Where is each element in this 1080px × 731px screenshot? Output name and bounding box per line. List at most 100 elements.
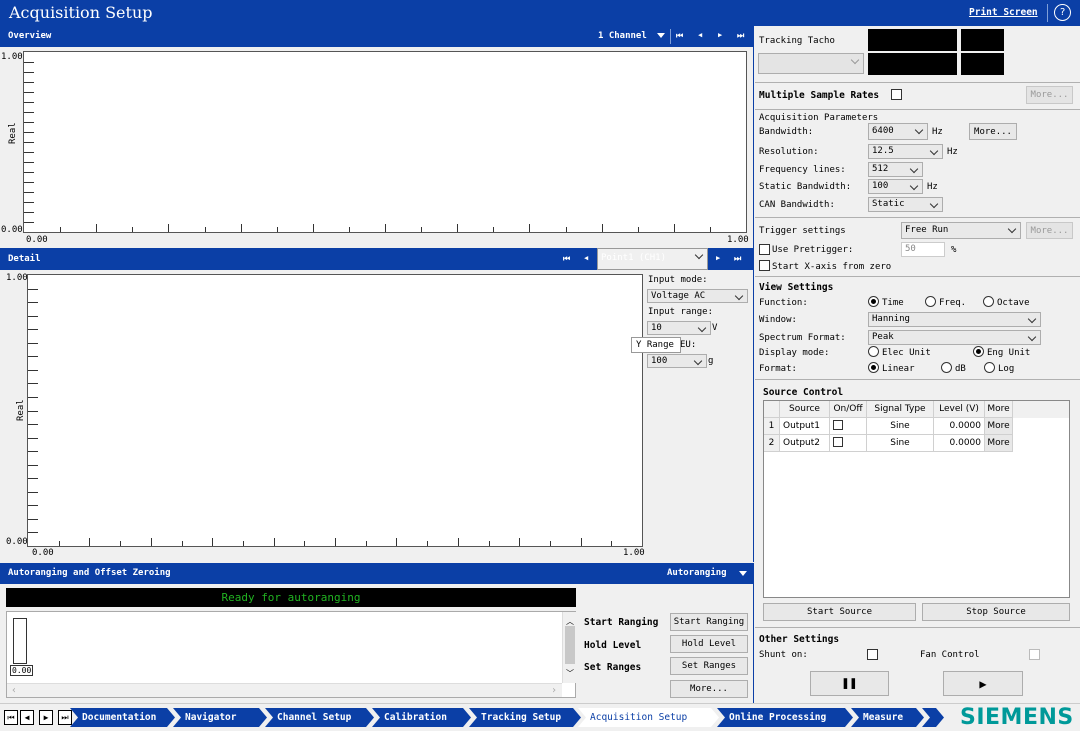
nav-more-icon[interactable] bbox=[922, 708, 944, 727]
last-icon[interactable]: ⏭ bbox=[737, 31, 744, 41]
chevron-down-icon[interactable] bbox=[739, 571, 747, 576]
bandwidth-select[interactable]: 6400 bbox=[868, 123, 928, 140]
x-tick bbox=[132, 227, 133, 232]
last-icon[interactable]: ⏭ bbox=[734, 254, 741, 264]
table-header-cell: Signal Type bbox=[867, 401, 934, 418]
x-tick bbox=[611, 541, 612, 546]
divider bbox=[755, 82, 1080, 83]
scrollbar-thumb[interactable] bbox=[565, 626, 575, 664]
source-more-button[interactable]: More bbox=[985, 435, 1013, 452]
start-source-button[interactable]: Start Source bbox=[763, 603, 916, 621]
first-icon[interactable]: ⏮ bbox=[563, 254, 570, 264]
start-ranging-button[interactable]: Start Ranging bbox=[670, 613, 748, 631]
hold-level-button[interactable]: Hold Level bbox=[670, 635, 748, 653]
help-icon[interactable]: ? bbox=[1054, 4, 1071, 21]
format-db-radio[interactable] bbox=[941, 362, 952, 373]
function-octave-label: Octave bbox=[997, 298, 1030, 308]
trigger-select[interactable]: Free Run bbox=[901, 222, 1021, 239]
tacho-select[interactable] bbox=[758, 53, 864, 74]
input-range-select[interactable]: 10 bbox=[647, 321, 711, 335]
source-onoff-checkbox[interactable] bbox=[833, 420, 843, 430]
last-step-icon[interactable]: ⏭ bbox=[58, 710, 72, 725]
function-freq-radio[interactable] bbox=[925, 296, 936, 307]
first-step-icon[interactable]: ⏮ bbox=[4, 710, 18, 725]
table-header-cell: Source bbox=[780, 401, 830, 418]
format-linear-radio[interactable] bbox=[868, 362, 879, 373]
freq-lines-select[interactable]: 512 bbox=[868, 162, 923, 177]
overview-panel: Overview 1 Channel ⏮ ◀ ▶ ⏭ 1.00 0.00 Rea… bbox=[0, 26, 754, 248]
nav-measure[interactable]: Measure bbox=[851, 708, 924, 727]
set-ranges-button[interactable]: Set Ranges bbox=[670, 657, 748, 675]
nav-acquisition-setup[interactable]: Acquisition Setup bbox=[578, 708, 719, 727]
nav-documentation[interactable]: Documentation bbox=[70, 708, 175, 727]
scrollbar-horizontal[interactable]: ‹ › bbox=[7, 683, 562, 697]
chevron-down-icon[interactable]: ﹀ bbox=[566, 668, 574, 679]
input-mode-select[interactable]: Voltage AC bbox=[647, 289, 748, 303]
eng-unit-radio[interactable] bbox=[973, 346, 984, 357]
bandwidth-unit: Hz bbox=[932, 127, 943, 137]
nav-calibration[interactable]: Calibration bbox=[372, 708, 471, 727]
acq-more-button[interactable]: More... bbox=[969, 123, 1017, 140]
play-icon: ▶ bbox=[979, 676, 987, 691]
freq-lines-label: Frequency lines: bbox=[759, 165, 846, 175]
static-bw-unit: Hz bbox=[927, 182, 938, 192]
pause-button[interactable]: ❚❚ bbox=[810, 671, 889, 696]
elec-unit-radio[interactable] bbox=[868, 346, 879, 357]
overview-plot[interactable] bbox=[23, 51, 747, 233]
source-level[interactable]: 0.0000 bbox=[934, 435, 985, 452]
signal-type[interactable]: Sine bbox=[867, 418, 934, 435]
format-log-label: Log bbox=[998, 364, 1015, 374]
first-icon[interactable]: ⏮ bbox=[676, 31, 683, 41]
stop-source-button[interactable]: Stop Source bbox=[922, 603, 1070, 621]
format-log-radio[interactable] bbox=[984, 362, 995, 373]
source-more-button[interactable]: More bbox=[985, 418, 1013, 435]
y-tick bbox=[24, 162, 34, 163]
chevron-down-icon[interactable] bbox=[657, 33, 665, 38]
static-bw-select[interactable]: 100 bbox=[868, 179, 923, 194]
print-screen-link[interactable]: Print Screen bbox=[969, 7, 1038, 18]
next-icon[interactable]: ▶ bbox=[718, 31, 722, 39]
function-time-radio[interactable] bbox=[868, 296, 879, 307]
next-step-icon[interactable]: ▶ bbox=[39, 710, 53, 725]
can-bw-select[interactable]: Static bbox=[868, 197, 943, 212]
point-select[interactable]: Point1 (CH1) bbox=[597, 248, 708, 270]
multi-rate-more-button[interactable]: More... bbox=[1026, 86, 1073, 104]
level-area[interactable]: 0.00 ︿ ﹀ ‹ › bbox=[6, 611, 576, 698]
detail-plot[interactable] bbox=[27, 274, 643, 547]
eu-select[interactable]: 100 bbox=[647, 354, 707, 368]
scrollbar-vertical[interactable]: ︿ ﹀ bbox=[562, 612, 576, 683]
nav-navigator[interactable]: Navigator bbox=[173, 708, 267, 727]
next-icon[interactable]: ▶ bbox=[716, 254, 720, 262]
autorange-mode[interactable]: Autoranging bbox=[667, 568, 727, 578]
channel-selector[interactable]: 1 Channel bbox=[598, 31, 647, 41]
function-octave-radio[interactable] bbox=[983, 296, 994, 307]
chevron-left-icon[interactable]: ‹ bbox=[11, 685, 17, 696]
nav-channel-setup[interactable]: Channel Setup bbox=[265, 708, 374, 727]
trigger-more-button[interactable]: More... bbox=[1026, 222, 1073, 239]
pretrigger-checkbox[interactable] bbox=[759, 244, 770, 255]
multi-rate-checkbox[interactable] bbox=[891, 89, 902, 100]
x-tick bbox=[550, 541, 551, 546]
nav-online-processing[interactable]: Online Processing bbox=[717, 708, 853, 727]
source-onoff-checkbox[interactable] bbox=[833, 437, 843, 447]
source-table: Source On/Off Signal Type Level (V) More… bbox=[763, 400, 1070, 598]
chevron-right-icon[interactable]: › bbox=[551, 685, 557, 696]
overview-y-bottom: 0.00 bbox=[1, 225, 23, 235]
fan-control-checkbox[interactable] bbox=[1029, 649, 1040, 660]
hold-level-label: Hold Level bbox=[584, 640, 642, 651]
prev-icon[interactable]: ◀ bbox=[698, 31, 702, 39]
pretrigger-input[interactable]: 50 bbox=[901, 242, 945, 257]
source-level[interactable]: 0.0000 bbox=[934, 418, 985, 435]
xaxis-zero-checkbox[interactable] bbox=[759, 260, 770, 271]
signal-type[interactable]: Sine bbox=[867, 435, 934, 452]
resolution-select[interactable]: 12.5 bbox=[868, 144, 943, 159]
play-button[interactable]: ▶ bbox=[943, 671, 1023, 696]
prev-icon[interactable]: ◀ bbox=[584, 254, 588, 262]
nav-tracking-setup[interactable]: Tracking Setup bbox=[469, 708, 581, 727]
table-header-cell: On/Off bbox=[830, 401, 867, 418]
shunt-checkbox[interactable] bbox=[867, 649, 878, 660]
prev-step-icon[interactable]: ◀ bbox=[20, 710, 34, 725]
spectrum-select[interactable]: Peak bbox=[868, 330, 1041, 345]
autorange-more-button[interactable]: More... bbox=[670, 680, 748, 698]
window-select[interactable]: Hanning bbox=[868, 312, 1041, 327]
